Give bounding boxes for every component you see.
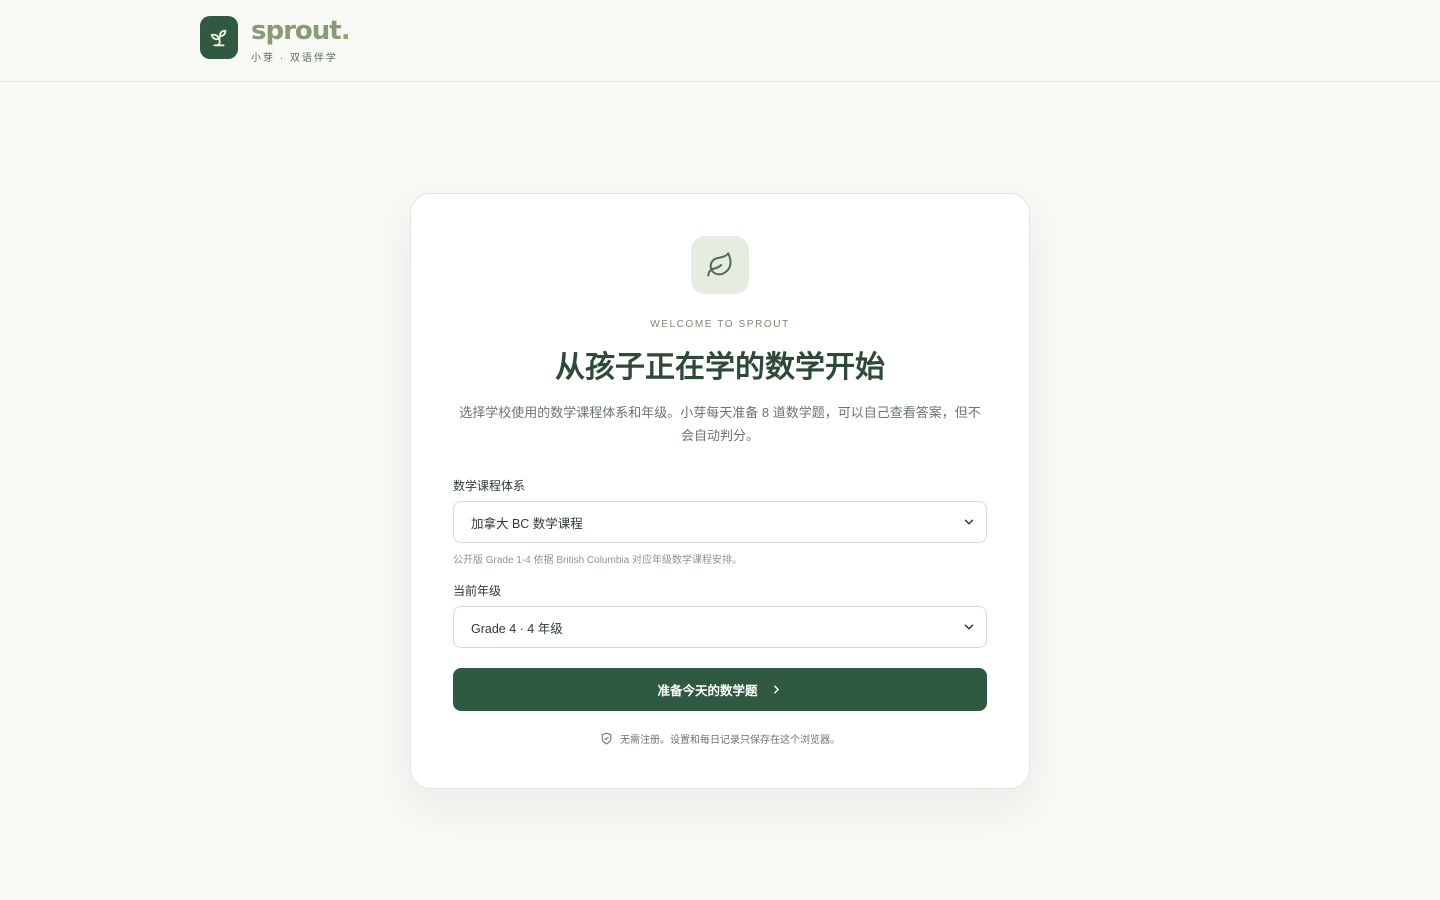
grade-selected-value: Grade 4 · 4 年级 xyxy=(471,621,563,636)
curriculum-selected-value: 加拿大 BC 数学课程 xyxy=(471,516,583,531)
page-title: 从孩子正在学的数学开始 xyxy=(555,351,885,384)
sprout-icon xyxy=(200,16,238,59)
curriculum-select[interactable]: 加拿大 BC 数学课程 xyxy=(453,501,987,543)
prepare-math-button-label: 准备今天的数学题 xyxy=(657,684,758,698)
brand-name: sprout. xyxy=(251,16,351,46)
top-bar: sprout. 小芽 · 双语伴学 xyxy=(0,0,1440,82)
brand-logo[interactable]: sprout. 小芽 · 双语伴学 xyxy=(200,16,351,66)
page-description: 选择学校使用的数学课程体系和年级。小芽每天准备 8 道数学题，可以自己查看答案，… xyxy=(459,405,981,443)
onboarding-card: WELCOME TO SPROUT 从孩子正在学的数学开始 选择学校使用的数学课… xyxy=(410,193,1030,789)
brand-dot: . xyxy=(340,16,351,46)
privacy-note-text: 无需注册。设置和每日记录只保存在这个浏览器。 xyxy=(620,735,840,746)
curriculum-hint: 公开版 Grade 1-4 依据 British Columbia 对应年级数学… xyxy=(453,555,742,566)
prepare-math-button[interactable]: 准备今天的数学题 xyxy=(453,668,987,711)
chevron-down-icon xyxy=(964,519,974,525)
leaf-icon xyxy=(691,236,749,294)
chevron-down-icon xyxy=(964,624,974,630)
grade-label: 当前年级 xyxy=(453,584,502,598)
chevron-right-icon xyxy=(773,685,779,694)
shield-check-icon xyxy=(601,732,612,745)
curriculum-label: 数学课程体系 xyxy=(453,479,526,493)
welcome-eyebrow: WELCOME TO SPROUT xyxy=(650,319,790,330)
privacy-note: 无需注册。设置和每日记录只保存在这个浏览器。 xyxy=(411,731,1029,746)
grade-select[interactable]: Grade 4 · 4 年级 xyxy=(453,606,987,648)
brand-tagline: 小芽 · 双语伴学 xyxy=(251,53,338,64)
